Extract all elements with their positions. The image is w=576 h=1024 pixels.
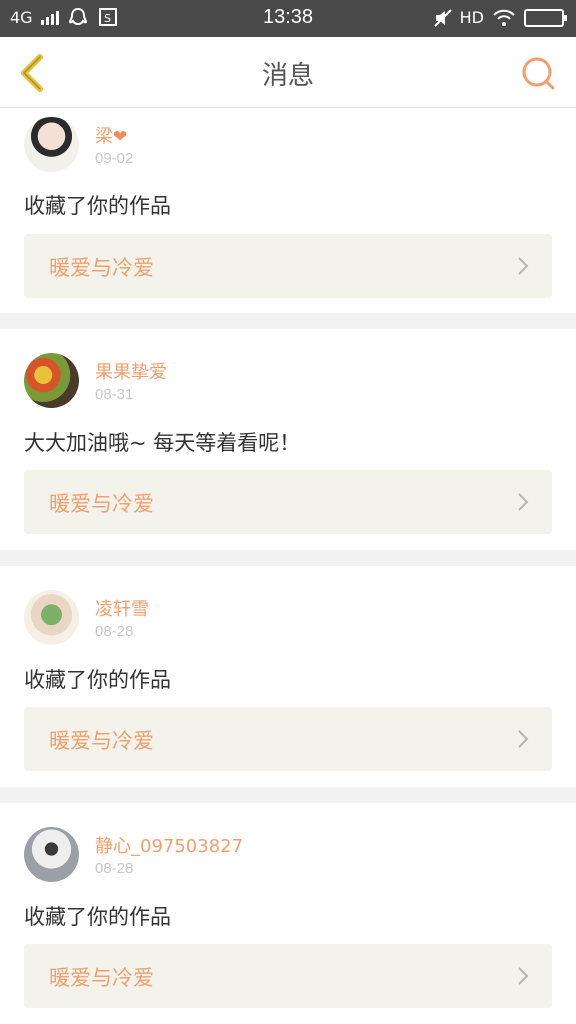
list-item: 梁❤ 09-02 收藏了你的作品 暖爱与冷爱: [0, 108, 576, 313]
list-item: 静心_097503827 08-28 收藏了你的作品 暖爱与冷爱: [0, 803, 576, 1024]
status-bar: 4G S 13:38 HD: [0, 0, 576, 37]
message-date: 08-28: [95, 623, 134, 640]
chevron-right-icon: [518, 967, 529, 985]
chevron-right-icon: [518, 493, 529, 511]
battery-icon: [524, 8, 567, 27]
message-date: 09-02: [95, 150, 134, 167]
message-text: 大大加油哦~ 每天等着看呢！: [24, 431, 301, 455]
user-name[interactable]: 梁❤: [95, 122, 127, 148]
work-title: 暖爱与冷爱: [49, 492, 154, 516]
message-list: 梁❤ 09-02 收藏了你的作品 暖爱与冷爱 果果挚爱 08-31 大大加油哦~…: [0, 108, 576, 1024]
user-name[interactable]: 果果挚爱: [95, 358, 167, 384]
chevron-right-icon: [518, 730, 529, 748]
work-title: 暖爱与冷爱: [49, 966, 154, 990]
divider: [0, 313, 576, 329]
wifi-icon: [493, 9, 515, 26]
list-item: 果果挚爱 08-31 大大加油哦~ 每天等着看呢！ 暖爱与冷爱: [0, 329, 576, 550]
work-card[interactable]: 暖爱与冷爱: [24, 944, 552, 1008]
page-title: 消息: [261, 61, 314, 91]
user-name[interactable]: 静心_097503827: [95, 832, 243, 858]
avatar[interactable]: [24, 117, 79, 172]
avatar[interactable]: [24, 590, 79, 645]
mute-icon: [433, 8, 452, 27]
user-name[interactable]: 凌轩雪: [95, 595, 149, 621]
divider: [0, 787, 576, 803]
list-item: 凌轩雪 08-28 收藏了你的作品 暖爱与冷爱: [0, 566, 576, 787]
nav-bar: 消息: [0, 37, 576, 108]
heart-icon: ❤: [113, 127, 128, 147]
message-text: 收藏了你的作品: [24, 905, 171, 929]
divider: [0, 550, 576, 566]
message-text: 收藏了你的作品: [24, 194, 171, 218]
status-right: HD: [433, 8, 567, 27]
avatar[interactable]: [24, 353, 79, 408]
message-date: 08-31: [95, 386, 134, 403]
hd-label: HD: [459, 8, 484, 27]
avatar[interactable]: [24, 827, 79, 882]
search-icon[interactable]: [520, 55, 556, 91]
work-title: 暖爱与冷爱: [49, 729, 154, 753]
work-card[interactable]: 暖爱与冷爱: [24, 470, 552, 534]
chevron-right-icon: [518, 257, 529, 275]
work-title: 暖爱与冷爱: [49, 256, 154, 280]
work-card[interactable]: 暖爱与冷爱: [24, 234, 552, 298]
message-text: 收藏了你的作品: [24, 668, 171, 692]
work-card[interactable]: 暖爱与冷爱: [24, 707, 552, 771]
message-date: 08-28: [95, 860, 134, 877]
